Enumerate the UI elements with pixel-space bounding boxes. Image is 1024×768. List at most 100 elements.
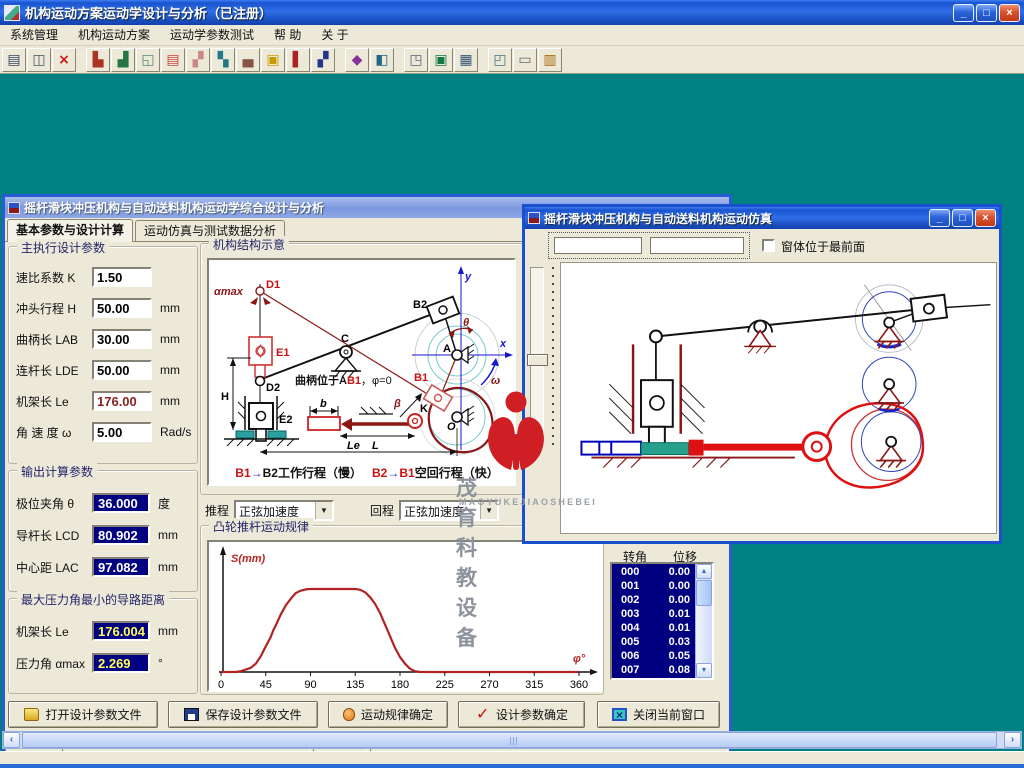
menu-help[interactable]: 帮 助 bbox=[264, 25, 311, 45]
help-book-button[interactable]: ◆ bbox=[345, 48, 369, 72]
sim-input-1[interactable] bbox=[554, 237, 642, 254]
scrollbar-thumb[interactable] bbox=[696, 580, 712, 606]
svg-text:C: C bbox=[341, 333, 349, 345]
param-input[interactable] bbox=[92, 360, 152, 380]
cam-displacement-curve bbox=[221, 589, 579, 672]
horizontal-scrollbar[interactable]: ‹ › bbox=[2, 731, 1022, 749]
group-title: 凸轮推杆运动规律 bbox=[209, 518, 313, 535]
cam-data-listbox[interactable]: 0000.000010.000020.000030.010040.010050.… bbox=[610, 562, 714, 680]
mechanism-tray-button[interactable]: ◱ bbox=[136, 48, 160, 72]
svg-text:αmax: αmax bbox=[214, 286, 244, 298]
open-params-file-button[interactable]: 打开设计参数文件 bbox=[8, 701, 158, 728]
param-input[interactable] bbox=[92, 422, 152, 442]
topmost-checkbox[interactable] bbox=[762, 239, 775, 252]
monitor-green-button[interactable]: ▣ bbox=[429, 48, 453, 72]
sim-maximize-button[interactable]: □ bbox=[952, 209, 973, 227]
window-edit-button[interactable]: ◳ bbox=[404, 48, 428, 72]
chart-monitor-button[interactable]: ◧ bbox=[370, 48, 394, 72]
param-input[interactable] bbox=[92, 267, 152, 287]
param-input[interactable] bbox=[92, 329, 152, 349]
table-row[interactable]: 0080.10 bbox=[612, 677, 697, 680]
data-tree-icon: ▤ bbox=[7, 52, 20, 68]
svg-text:B1: B1 bbox=[414, 372, 428, 384]
param-value-display: 176.004 bbox=[92, 621, 150, 641]
svg-text:D2: D2 bbox=[266, 382, 280, 394]
svg-text:Le: Le bbox=[347, 440, 360, 452]
table-row[interactable]: 0060.05 bbox=[612, 649, 697, 663]
topmost-label: 窗体位于最前面 bbox=[781, 238, 865, 255]
menu-mechanism-scheme[interactable]: 机构运动方案 bbox=[68, 25, 160, 45]
scroll-right-icon[interactable]: › bbox=[1004, 732, 1021, 748]
hscroll-thumb[interactable] bbox=[22, 732, 997, 748]
ruler-button[interactable]: ▭ bbox=[513, 48, 537, 72]
close-current-window-button[interactable]: 关闭当前窗口 bbox=[597, 701, 720, 728]
param-label: 连杆长 LDE bbox=[16, 362, 92, 379]
scroll-up-icon[interactable]: ▲ bbox=[696, 564, 712, 579]
mechanism-blue-button[interactable]: ▞ bbox=[311, 48, 335, 72]
design-params-confirm-button[interactable]: 设计参数确定 bbox=[458, 701, 585, 728]
param-unit: ° bbox=[158, 656, 163, 670]
save-params-file-button[interactable]: 保存设计参数文件 bbox=[168, 701, 318, 728]
data-tree-button[interactable]: ▤ bbox=[2, 48, 26, 72]
table-row[interactable]: 0070.08 bbox=[612, 663, 697, 677]
param-unit: mm bbox=[160, 332, 180, 346]
param-input[interactable] bbox=[92, 391, 152, 411]
table-row[interactable]: 0040.01 bbox=[612, 621, 697, 635]
sim-close-button[interactable]: × bbox=[975, 209, 996, 227]
clipboard-button[interactable]: ▥ bbox=[538, 48, 562, 72]
table-row[interactable]: 0010.00 bbox=[612, 579, 697, 593]
menu-about[interactable]: 关 于 bbox=[311, 25, 358, 45]
mechanism-punch-button[interactable]: ▄ bbox=[236, 48, 260, 72]
svg-text:B2: B2 bbox=[413, 299, 427, 311]
trackbar-thumb[interactable] bbox=[527, 354, 548, 366]
mechanism-schematic-svg: y x A bbox=[209, 260, 514, 460]
menu-system[interactable]: 系统管理 bbox=[0, 25, 68, 45]
sim-input-2[interactable] bbox=[650, 237, 744, 254]
mechanism-bars-button[interactable]: ▤ bbox=[161, 48, 185, 72]
child-window-icon bbox=[8, 202, 20, 214]
mechanism-teal-button[interactable]: ▚ bbox=[211, 48, 235, 72]
x-tick-label: 135 bbox=[346, 679, 364, 690]
sim-titlebar[interactable]: 摇杆滑块冲压机构与自动送料机构运动仿真 _ □ × bbox=[525, 207, 999, 229]
return-stroke-label: 回程 bbox=[370, 502, 394, 519]
cam-drum-button[interactable]: ▣ bbox=[261, 48, 285, 72]
close-button[interactable]: × bbox=[999, 4, 1020, 22]
mechanism-slider-green-button[interactable]: ▟ bbox=[111, 48, 135, 72]
motion-law-confirm-button[interactable]: 运动规律确定 bbox=[328, 701, 448, 728]
param-label: 中心距 LAC bbox=[16, 559, 92, 576]
table-row[interactable]: 0030.01 bbox=[612, 607, 697, 621]
listbox-scrollbar[interactable]: ▲ ▼ bbox=[695, 564, 712, 678]
monitor-text-button[interactable]: ▦ bbox=[454, 48, 478, 72]
sim-canvas bbox=[560, 262, 997, 534]
sim-minimize-button[interactable]: _ bbox=[929, 209, 950, 227]
mechanism-red-door-button[interactable]: ▌ bbox=[286, 48, 310, 72]
menubar: 系统管理 机构运动方案 运动学参数测试 帮 助 关 于 bbox=[0, 25, 1024, 46]
minimize-button[interactable]: _ bbox=[953, 4, 974, 22]
x-tick-label: 90 bbox=[304, 679, 316, 690]
group-pressure-angle: 最大压力角最小的导路距离 机架长 Le176.004mm压力角 αmax2.26… bbox=[8, 598, 198, 694]
computer-button[interactable]: ◰ bbox=[488, 48, 512, 72]
maximize-button[interactable]: □ bbox=[976, 4, 997, 22]
print-button[interactable]: ◫ bbox=[27, 48, 51, 72]
return-stroke-select[interactable]: 正弦加速度 ▼ bbox=[399, 500, 499, 521]
mechanism-press-button[interactable]: ▙ bbox=[86, 48, 110, 72]
main-titlebar[interactable]: 机构运动方案运动学设计与分析（已注册） _ □ × bbox=[0, 0, 1024, 25]
param-row: 冲头行程 Hmm bbox=[16, 298, 197, 318]
simulation-window: 摇杆滑块冲压机构与自动送料机构运动仿真 _ □ × 窗体位于最前面 bbox=[522, 204, 1002, 544]
table-row[interactable]: 0050.03 bbox=[612, 635, 697, 649]
param-unit: mm bbox=[158, 528, 178, 542]
table-row[interactable]: 0000.00 bbox=[612, 565, 697, 579]
mechanism-pink-button[interactable]: ▞ bbox=[186, 48, 210, 72]
group-title: 输出计算参数 bbox=[17, 463, 97, 480]
delete-button[interactable]: × bbox=[52, 48, 76, 72]
motion-law-icon bbox=[343, 708, 355, 721]
check-icon bbox=[475, 708, 490, 721]
button-label: 保存设计参数文件 bbox=[205, 706, 301, 723]
table-row[interactable]: 0020.00 bbox=[612, 593, 697, 607]
param-input[interactable] bbox=[92, 298, 152, 318]
scroll-left-icon[interactable]: ‹ bbox=[3, 732, 20, 748]
scroll-down-icon[interactable]: ▼ bbox=[696, 663, 712, 678]
mechanism-punch-icon: ▄ bbox=[243, 52, 254, 68]
window-edit-icon: ◳ bbox=[409, 52, 422, 68]
menu-kinematics-test[interactable]: 运动学参数测试 bbox=[160, 25, 264, 45]
